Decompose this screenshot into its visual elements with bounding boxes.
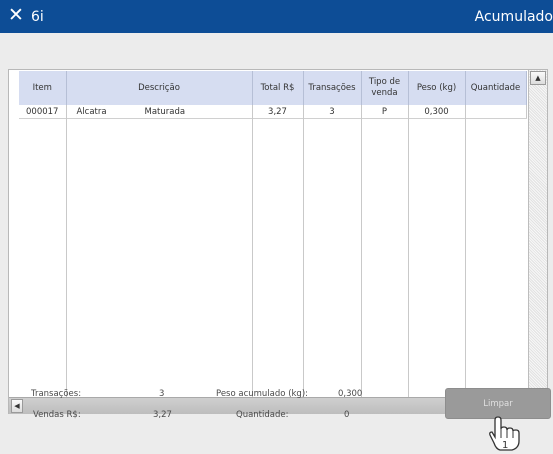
content-panel: Item Descrição Total R$ Transações Tipo … bbox=[0, 33, 553, 454]
cell-tipo: P bbox=[361, 105, 409, 119]
cell-descricao-detail: Maturada bbox=[144, 106, 186, 117]
window-title: 6i bbox=[31, 9, 44, 25]
cell-peso: 0,300 bbox=[408, 105, 466, 119]
column-header-total[interactable]: Total R$ bbox=[252, 71, 304, 105]
column-header-item[interactable]: Item bbox=[19, 71, 67, 105]
table-header-row: Item Descrição Total R$ Transações Tipo … bbox=[19, 71, 527, 105]
column-header-quantidade[interactable]: Quantidade bbox=[465, 71, 527, 105]
transacoes-value: 3 bbox=[159, 389, 165, 399]
cell-transacoes: 3 bbox=[303, 105, 362, 119]
data-grid: Item Descrição Total R$ Transações Tipo … bbox=[8, 69, 548, 414]
cell-descricao-name: Alcatra bbox=[76, 106, 107, 117]
table-row[interactable]: 000017 Alcatra Maturada 3,27 3 P 0,300 bbox=[19, 105, 527, 119]
quantidade-label: Quantidade: bbox=[236, 410, 289, 420]
vendas-value: 3,27 bbox=[153, 410, 172, 420]
column-header-descricao[interactable]: Descrição bbox=[66, 71, 253, 105]
scroll-left-icon[interactable]: ◀ bbox=[11, 399, 23, 413]
column-header-tipo-venda[interactable]: Tipo de venda bbox=[361, 71, 409, 105]
column-header-peso[interactable]: Peso (kg) bbox=[408, 71, 466, 105]
quantidade-value: 0 bbox=[344, 410, 350, 420]
vertical-scrollbar[interactable]: ▲ ▼ bbox=[528, 70, 547, 411]
peso-acumulado-label: Peso acumulado (kg): bbox=[216, 389, 309, 399]
cell-item: 000017 bbox=[19, 105, 67, 119]
cell-total: 3,27 bbox=[252, 105, 304, 119]
transacoes-label: Transações: bbox=[31, 389, 82, 399]
cell-descricao: Alcatra Maturada bbox=[66, 105, 253, 119]
close-icon[interactable]: ✕ bbox=[8, 5, 24, 25]
cell-quantidade bbox=[465, 105, 527, 119]
column-dividers bbox=[19, 106, 526, 398]
scroll-up-icon[interactable]: ▲ bbox=[530, 71, 546, 85]
window-subtitle: Acumulado bbox=[474, 9, 553, 25]
vendas-label: Vendas R$: bbox=[33, 410, 81, 420]
title-bar: ✕ 6i Acumulado bbox=[0, 0, 553, 33]
cursor-badge: 1 bbox=[502, 440, 508, 451]
peso-acumulado-value: 0,300 bbox=[338, 389, 363, 399]
hand-pointer-icon: 1 bbox=[489, 416, 520, 451]
sales-table: Item Descrição Total R$ Transações Tipo … bbox=[19, 71, 527, 119]
column-header-transacoes[interactable]: Transações bbox=[303, 71, 362, 105]
